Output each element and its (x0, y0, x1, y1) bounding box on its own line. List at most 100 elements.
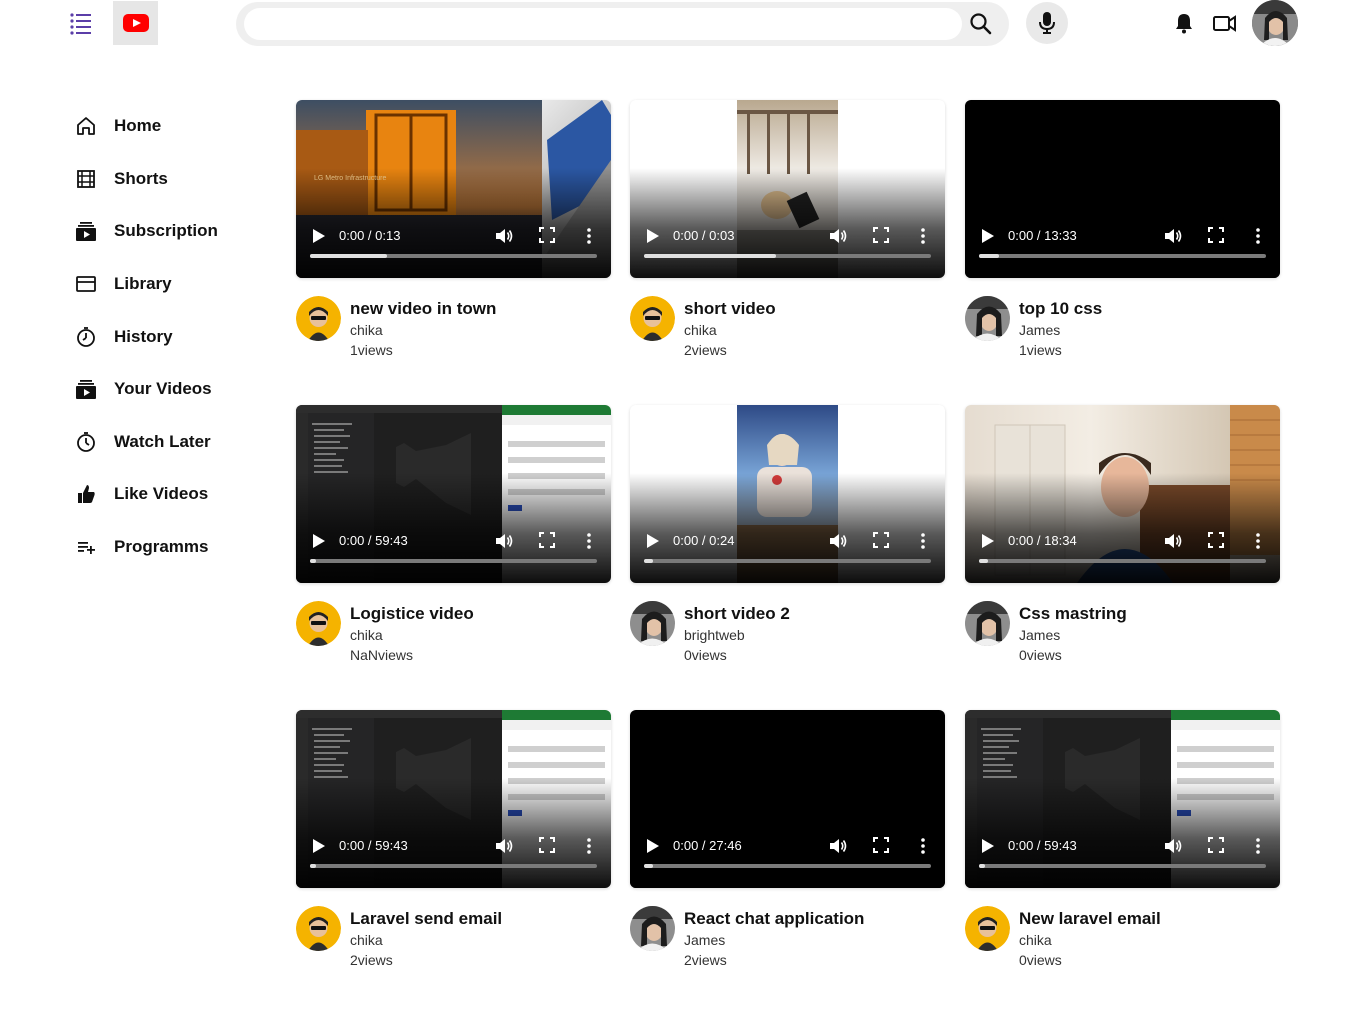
volume-icon[interactable] (1163, 226, 1183, 246)
video-player[interactable]: 0:00 / 27:46 (630, 710, 945, 888)
sidebar-item-like-videos[interactable]: Like Videos (74, 468, 274, 521)
video-card[interactable]: 0:00 / 13:33 top 10 css James 1views (965, 100, 1280, 365)
channel-name[interactable]: chika (1019, 932, 1052, 948)
search-input[interactable] (244, 8, 962, 40)
sidebar-item-watch-later[interactable]: Watch Later (74, 416, 274, 469)
more-options-icon[interactable] (918, 531, 928, 551)
menu-icon[interactable] (66, 8, 96, 38)
create-video-icon[interactable] (1212, 11, 1238, 35)
video-card[interactable]: 0:00 / 59:43 Laravel send email chika 2v… (296, 710, 611, 975)
sidebar-item-subscription[interactable]: Subscription (74, 205, 274, 258)
video-title[interactable]: new video in town (350, 299, 496, 319)
play-icon[interactable] (646, 533, 660, 549)
video-card[interactable]: 0:00 / 59:43 New laravel email chika 0vi… (965, 710, 1280, 975)
user-avatar[interactable] (1252, 0, 1298, 46)
sidebar-item-shorts[interactable]: Shorts (74, 153, 274, 206)
video-title[interactable]: Css mastring (1019, 604, 1127, 624)
video-title[interactable]: top 10 css (1019, 299, 1102, 319)
more-options-icon[interactable] (1253, 531, 1263, 551)
sidebar-item-history[interactable]: History (74, 310, 274, 363)
video-card[interactable]: 0:00 / 0:03 short video chika 2views (630, 100, 945, 365)
sidebar-item-library[interactable]: Library (74, 258, 274, 311)
channel-name[interactable]: brightweb (684, 627, 745, 643)
play-icon[interactable] (646, 838, 660, 854)
channel-avatar[interactable] (296, 296, 341, 341)
volume-icon[interactable] (1163, 531, 1183, 551)
volume-icon[interactable] (494, 836, 514, 856)
volume-icon[interactable] (494, 226, 514, 246)
channel-name[interactable]: James (684, 932, 725, 948)
fullscreen-icon[interactable] (873, 532, 889, 548)
sidebar-item-home[interactable]: Home (74, 100, 274, 153)
progress-bar[interactable] (310, 864, 597, 868)
video-card[interactable]: 0:00 / 59:43 Logistice video chika NaNvi… (296, 405, 611, 670)
fullscreen-icon[interactable] (539, 532, 555, 548)
progress-bar[interactable] (979, 559, 1266, 563)
bell-icon[interactable] (1172, 11, 1196, 35)
youtube-logo[interactable] (113, 1, 158, 45)
fullscreen-icon[interactable] (873, 837, 889, 853)
channel-name[interactable]: James (1019, 627, 1060, 643)
fullscreen-icon[interactable] (539, 837, 555, 853)
progress-bar[interactable] (310, 254, 597, 258)
video-card[interactable]: 0:00 / 0:24 short video 2 brightweb 0vie… (630, 405, 945, 670)
progress-bar[interactable] (979, 864, 1266, 868)
search-icon[interactable] (968, 11, 994, 37)
video-title[interactable]: New laravel email (1019, 909, 1161, 929)
sidebar-item-programms[interactable]: Programms (74, 521, 274, 574)
more-options-icon[interactable] (584, 226, 594, 246)
video-title[interactable]: short video (684, 299, 776, 319)
progress-bar[interactable] (310, 559, 597, 563)
video-player[interactable]: 0:00 / 59:43 (296, 405, 611, 583)
volume-icon[interactable] (828, 531, 848, 551)
channel-name[interactable]: chika (350, 627, 383, 643)
more-options-icon[interactable] (918, 836, 928, 856)
play-icon[interactable] (646, 228, 660, 244)
play-icon[interactable] (312, 838, 326, 854)
video-title[interactable]: React chat application (684, 909, 864, 929)
play-icon[interactable] (981, 228, 995, 244)
play-icon[interactable] (312, 533, 326, 549)
mic-icon[interactable] (1026, 2, 1068, 44)
fullscreen-icon[interactable] (1208, 532, 1224, 548)
fullscreen-icon[interactable] (1208, 837, 1224, 853)
volume-icon[interactable] (494, 531, 514, 551)
more-options-icon[interactable] (584, 836, 594, 856)
channel-avatar[interactable] (965, 906, 1010, 951)
channel-avatar[interactable] (296, 906, 341, 951)
video-title[interactable]: short video 2 (684, 604, 790, 624)
channel-name[interactable]: chika (684, 322, 717, 338)
progress-bar[interactable] (644, 254, 931, 258)
video-player[interactable]: LG Metro Infrastructure 0:00 / 0:13 (296, 100, 611, 278)
channel-avatar[interactable] (630, 296, 675, 341)
more-options-icon[interactable] (584, 531, 594, 551)
video-card[interactable]: LG Metro Infrastructure 0:00 / 0:13 new … (296, 100, 611, 365)
play-icon[interactable] (981, 838, 995, 854)
volume-icon[interactable] (1163, 836, 1183, 856)
play-icon[interactable] (981, 533, 995, 549)
video-title[interactable]: Laravel send email (350, 909, 502, 929)
channel-avatar[interactable] (965, 601, 1010, 646)
channel-avatar[interactable] (296, 601, 341, 646)
channel-avatar[interactable] (965, 296, 1010, 341)
play-icon[interactable] (312, 228, 326, 244)
video-player[interactable]: 0:00 / 0:03 (630, 100, 945, 278)
sidebar-item-your-videos[interactable]: Your Videos (74, 363, 274, 416)
channel-avatar[interactable] (630, 906, 675, 951)
fullscreen-icon[interactable] (1208, 227, 1224, 243)
channel-name[interactable]: chika (350, 322, 383, 338)
more-options-icon[interactable] (1253, 836, 1263, 856)
fullscreen-icon[interactable] (539, 227, 555, 243)
volume-icon[interactable] (828, 226, 848, 246)
channel-avatar[interactable] (630, 601, 675, 646)
video-title[interactable]: Logistice video (350, 604, 474, 624)
video-player[interactable]: 0:00 / 0:24 (630, 405, 945, 583)
channel-name[interactable]: chika (350, 932, 383, 948)
channel-name[interactable]: James (1019, 322, 1060, 338)
volume-icon[interactable] (828, 836, 848, 856)
fullscreen-icon[interactable] (873, 227, 889, 243)
more-options-icon[interactable] (918, 226, 928, 246)
video-player[interactable]: 0:00 / 59:43 (965, 710, 1280, 888)
more-options-icon[interactable] (1253, 226, 1263, 246)
progress-bar[interactable] (644, 559, 931, 563)
